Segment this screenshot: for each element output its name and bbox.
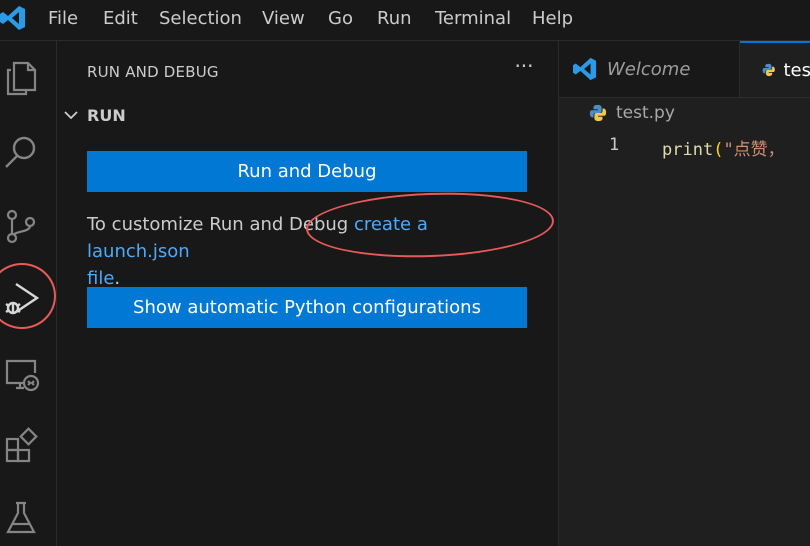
code-paren: ( [713, 140, 724, 160]
code-function: print [662, 140, 714, 160]
activity-bar [0, 41, 57, 546]
tab-welcome-label: Welcome [607, 58, 691, 80]
remote-explorer-icon[interactable] [0, 353, 42, 395]
description-text: To customize Run and Debug [87, 214, 354, 235]
menu-go[interactable]: Go [328, 8, 353, 29]
run-section-header[interactable]: RUN [63, 103, 126, 127]
description-period: . [114, 268, 121, 289]
source-control-icon[interactable] [0, 205, 42, 247]
python-icon [762, 63, 775, 77]
code-text: print("点赞， [662, 135, 785, 160]
run-section-label: RUN [87, 105, 126, 125]
show-python-configurations-button[interactable]: Show automatic Python configurations [87, 287, 527, 328]
breadcrumb-file: test.py [616, 103, 675, 123]
line-number: 1 [609, 135, 620, 155]
editor-area: Welcome tes test.py 1 print("点赞， [558, 41, 810, 546]
menu-help[interactable]: Help [532, 8, 573, 29]
menu-view[interactable]: View [262, 8, 305, 29]
breadcrumb[interactable]: test.py [589, 103, 675, 123]
menu-terminal[interactable]: Terminal [435, 8, 511, 29]
create-launch-json-link-file[interactable]: file [87, 268, 114, 289]
menu-run[interactable]: Run [377, 8, 412, 29]
launch-config-description: To customize Run and Debug create a laun… [87, 211, 532, 292]
run-and-debug-sidebar: RUN AND DEBUG ··· RUN Run and Debug To c… [57, 41, 557, 546]
tab-welcome[interactable]: Welcome [559, 41, 740, 97]
menu-selection[interactable]: Selection [159, 8, 242, 29]
menu-bar: File Edit Selection View Go Run Terminal… [0, 0, 810, 41]
extensions-icon[interactable] [0, 425, 42, 467]
run-and-debug-button[interactable]: Run and Debug [87, 151, 527, 192]
more-actions-icon[interactable]: ··· [512, 56, 536, 81]
menu-file[interactable]: File [48, 8, 78, 29]
vscode-logo-icon [0, 4, 26, 32]
sidebar-title: RUN AND DEBUG [87, 63, 219, 81]
tab-test-label: tes [783, 59, 810, 81]
vscode-icon [573, 57, 597, 81]
tab-test-py[interactable]: tes [740, 41, 810, 97]
code-line[interactable]: 1 print("点赞， [559, 135, 810, 161]
code-string: "点赞， [723, 140, 785, 160]
editor-tab-bar: Welcome tes [559, 41, 810, 98]
chevron-down-icon [64, 111, 78, 120]
menu-edit[interactable]: Edit [103, 8, 138, 29]
explorer-icon[interactable] [0, 57, 42, 99]
testing-icon[interactable] [0, 497, 42, 539]
run-and-debug-icon[interactable] [0, 277, 42, 319]
search-icon[interactable] [0, 131, 42, 173]
python-icon [589, 104, 607, 122]
